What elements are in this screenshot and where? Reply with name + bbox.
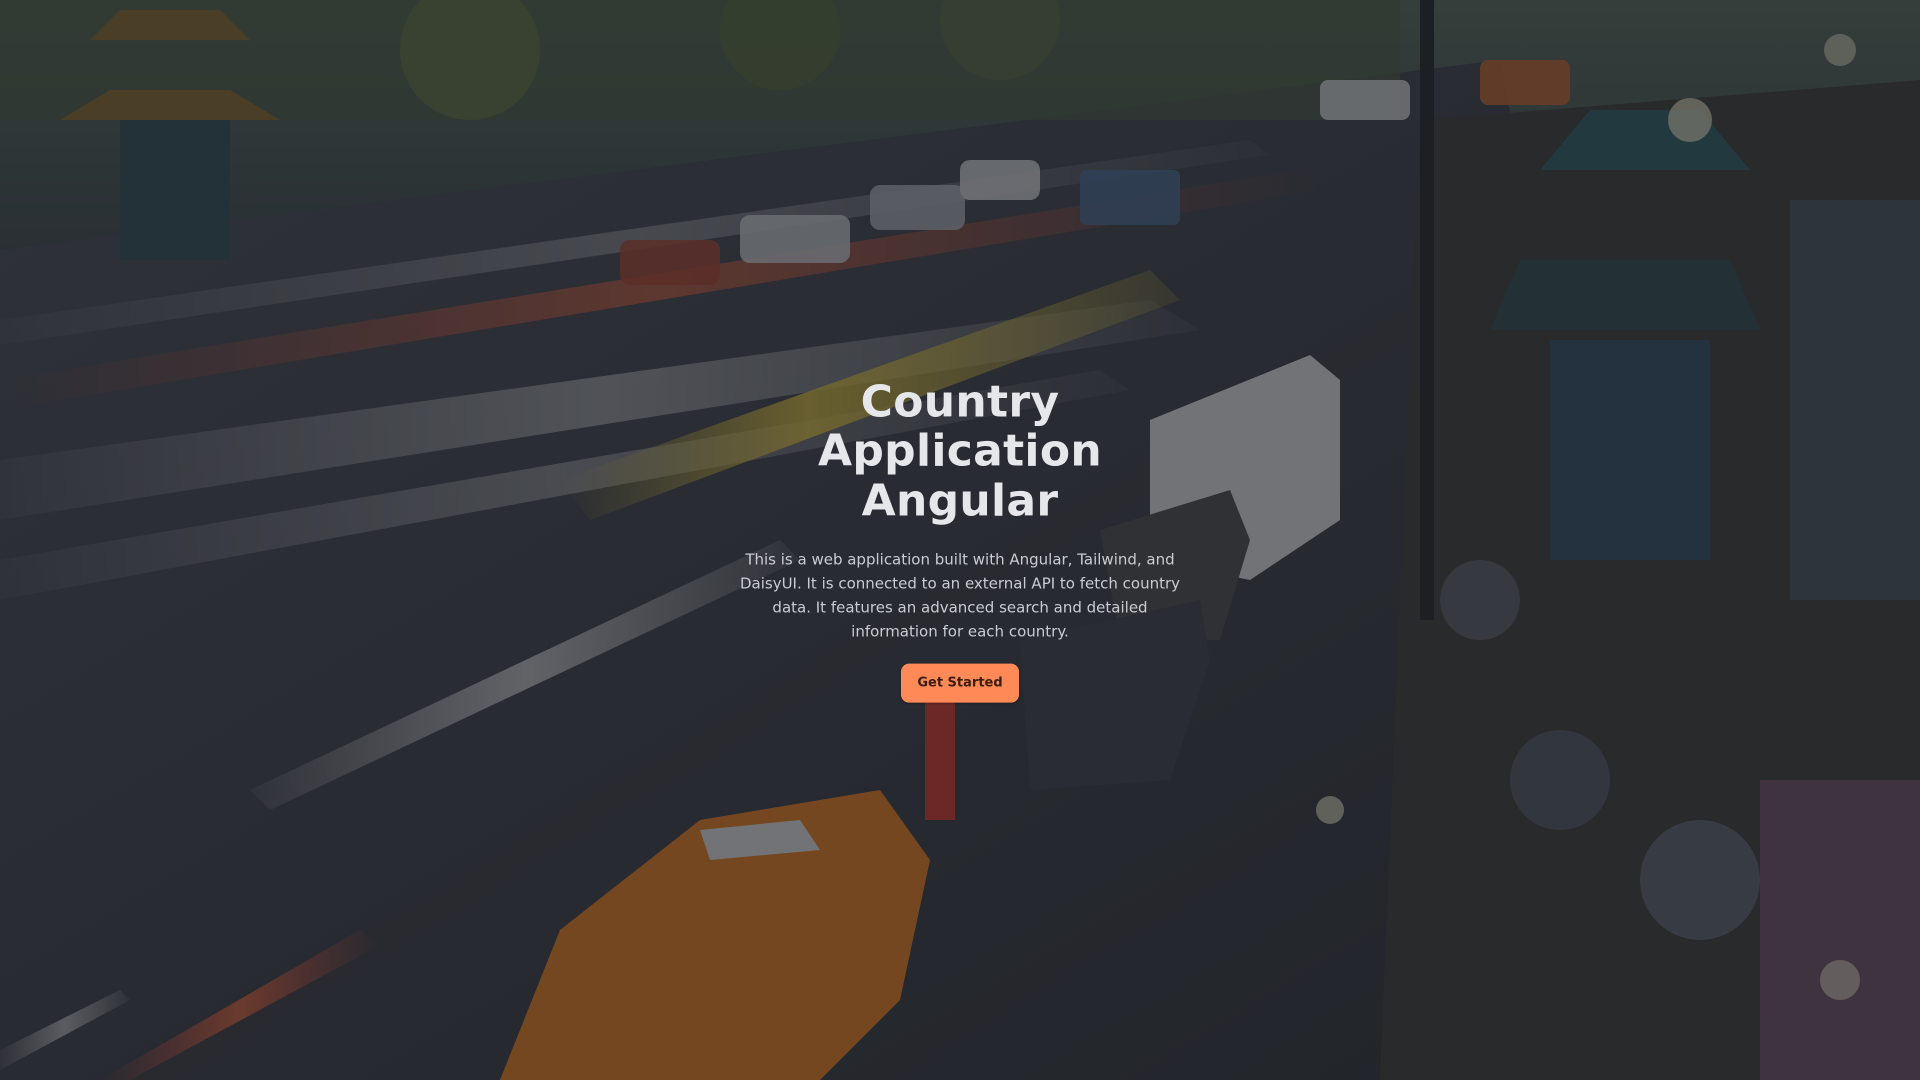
title-line-2: Application bbox=[818, 425, 1102, 477]
hero-content: Country Application Angular This is a we… bbox=[730, 376, 1190, 703]
title-line-1: Country bbox=[860, 376, 1060, 428]
hero-description: This is a web application built with Ang… bbox=[739, 550, 1181, 641]
title-line-3: Angular bbox=[861, 475, 1059, 527]
get-started-button[interactable]: Get Started bbox=[901, 663, 1019, 703]
hero-section: Country Application Angular This is a we… bbox=[0, 0, 1920, 1080]
page-title: Country Application Angular bbox=[730, 376, 1190, 527]
